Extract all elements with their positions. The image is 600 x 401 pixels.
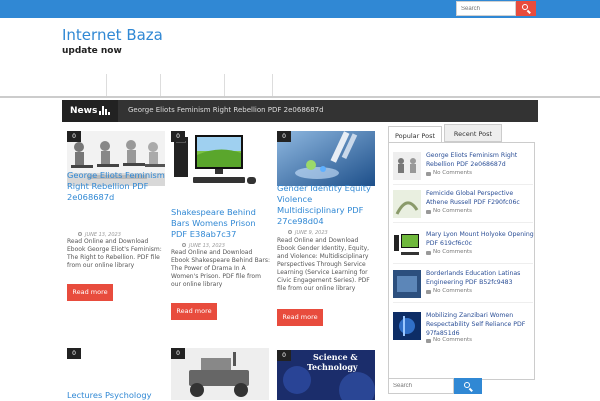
sidebar-post-item[interactable]: Mary Lyon Mount Holyoke Opening PDF 619c… [393,228,534,264]
sidebar-post-item[interactable]: George Eliots Feminism Right Rebellion P… [393,149,533,185]
news-label-text: News [70,106,98,116]
post-excerpt: Read Online and Download Ebook Gender Id… [277,237,370,292]
nav-bottom-border [0,96,600,98]
nav-separator [224,74,225,96]
news-label: News [62,100,118,122]
comment-count-badge: 0 [171,131,185,142]
post-thumbnail-4[interactable] [67,348,165,388]
thumb-caption-science: Science & [313,352,358,362]
comment-count: No Comments [433,170,473,176]
sidebar-post-item[interactable]: Borderlands Education Latinas Engineerin… [393,267,533,303]
sidebar-widget: Popular Post Recent Post George Eliots F… [386,122,538,400]
clock-icon [78,232,82,236]
post-title-link[interactable]: Lectures Psychology [67,390,167,401]
sidebar-thumb-robots [393,152,421,180]
blank-thumbnail-image [67,348,165,388]
desktop-computer-image [171,131,269,186]
sidebar-thumb-zanzibari [393,312,421,340]
thumb-caption-technology: Technology [307,362,358,372]
site-tagline: update now [62,46,122,56]
comment-count: No Comments [433,208,473,214]
clock-icon [182,243,186,247]
sidebar-post-title[interactable]: George Eliots Feminism Right Rebellion P… [426,151,534,169]
comment-count-badge: 0 [171,348,185,359]
post-thumbnail-lab[interactable] [277,131,375,186]
post-title-link[interactable]: Shakespeare Behind Bars Womens Prison PD… [171,207,271,240]
nav-separator [160,74,161,96]
post-title-link[interactable]: George Eliots Feminism Right Rebellion P… [67,170,167,203]
sidebar-thumb-femicide [393,190,421,218]
robot-vehicle-image [171,348,269,400]
post-thumbnail-robot-vehicle[interactable] [171,348,269,400]
top-search-button[interactable] [516,1,536,16]
sidebar-post-item[interactable]: Femicide Global Perspective Athene Russe… [393,187,533,223]
read-more-button[interactable]: Read more [171,303,217,320]
sidebar-post-title[interactable]: Mobilizing Zanzibari Women Respectabilit… [426,311,534,338]
sidebar-post-item[interactable]: Mobilizing Zanzibari Women Respectabilit… [393,309,533,345]
sidebar-thumb-borderlands [393,270,421,298]
news-ticker-link[interactable]: George Eliots Feminism Right Rebellion P… [128,106,324,114]
sidebar-thumb-computer [393,231,421,259]
comment-count-badge: 0 [67,348,81,359]
sidebar-post-title[interactable]: Borderlands Education Latinas Engineerin… [426,269,534,287]
comment-count-badge: 0 [277,131,291,142]
post-title-link[interactable]: Gender Identity Equity Violence Multidis… [277,183,377,227]
comment-icon [426,210,431,214]
comment-count: No Comments [433,337,473,343]
popular-post-panel: George Eliots Feminism Right Rebellion P… [388,142,535,380]
tab-recent-post[interactable]: Recent Post [444,124,502,142]
search-icon-handle [527,9,531,14]
post-thumbnail-computer[interactable] [171,131,269,186]
post-excerpt: Read Online and Download Ebook Shakespea… [171,249,271,288]
news-ticker-bar: News George Eliots Feminism Right Rebell… [62,100,538,122]
site-title[interactable]: Internet Baza [62,26,163,44]
comment-icon [426,339,431,343]
post-excerpt: Read Online and Download Ebook George El… [67,238,162,269]
comment-icon [426,251,431,255]
laboratory-pipette-image [277,131,375,186]
comment-count: No Comments [433,249,473,255]
sidebar-post-title[interactable]: Femicide Global Perspective Athene Russe… [426,189,534,207]
nav-separator [272,74,273,96]
sidebar-search-button[interactable] [454,378,482,394]
comment-count-badge: 0 [277,350,291,361]
comment-icon [426,290,431,294]
read-more-button[interactable]: Read more [67,284,113,301]
read-more-button[interactable]: Read more [277,309,323,326]
top-search-input[interactable] [456,1,516,16]
comment-icon [426,172,431,176]
sidebar-search-input[interactable] [388,378,454,394]
clock-icon [288,230,292,234]
sidebar-post-title[interactable]: Mary Lyon Mount Holyoke Opening PDF 619c… [426,230,534,248]
nav-separator [106,74,107,96]
post-date: JUNE 9, 2023 [295,230,328,236]
bar-chart-icon [99,106,110,115]
comment-count: No Comments [433,288,473,294]
comment-count-badge: 0 [67,131,81,142]
search-icon-handle [469,387,473,392]
